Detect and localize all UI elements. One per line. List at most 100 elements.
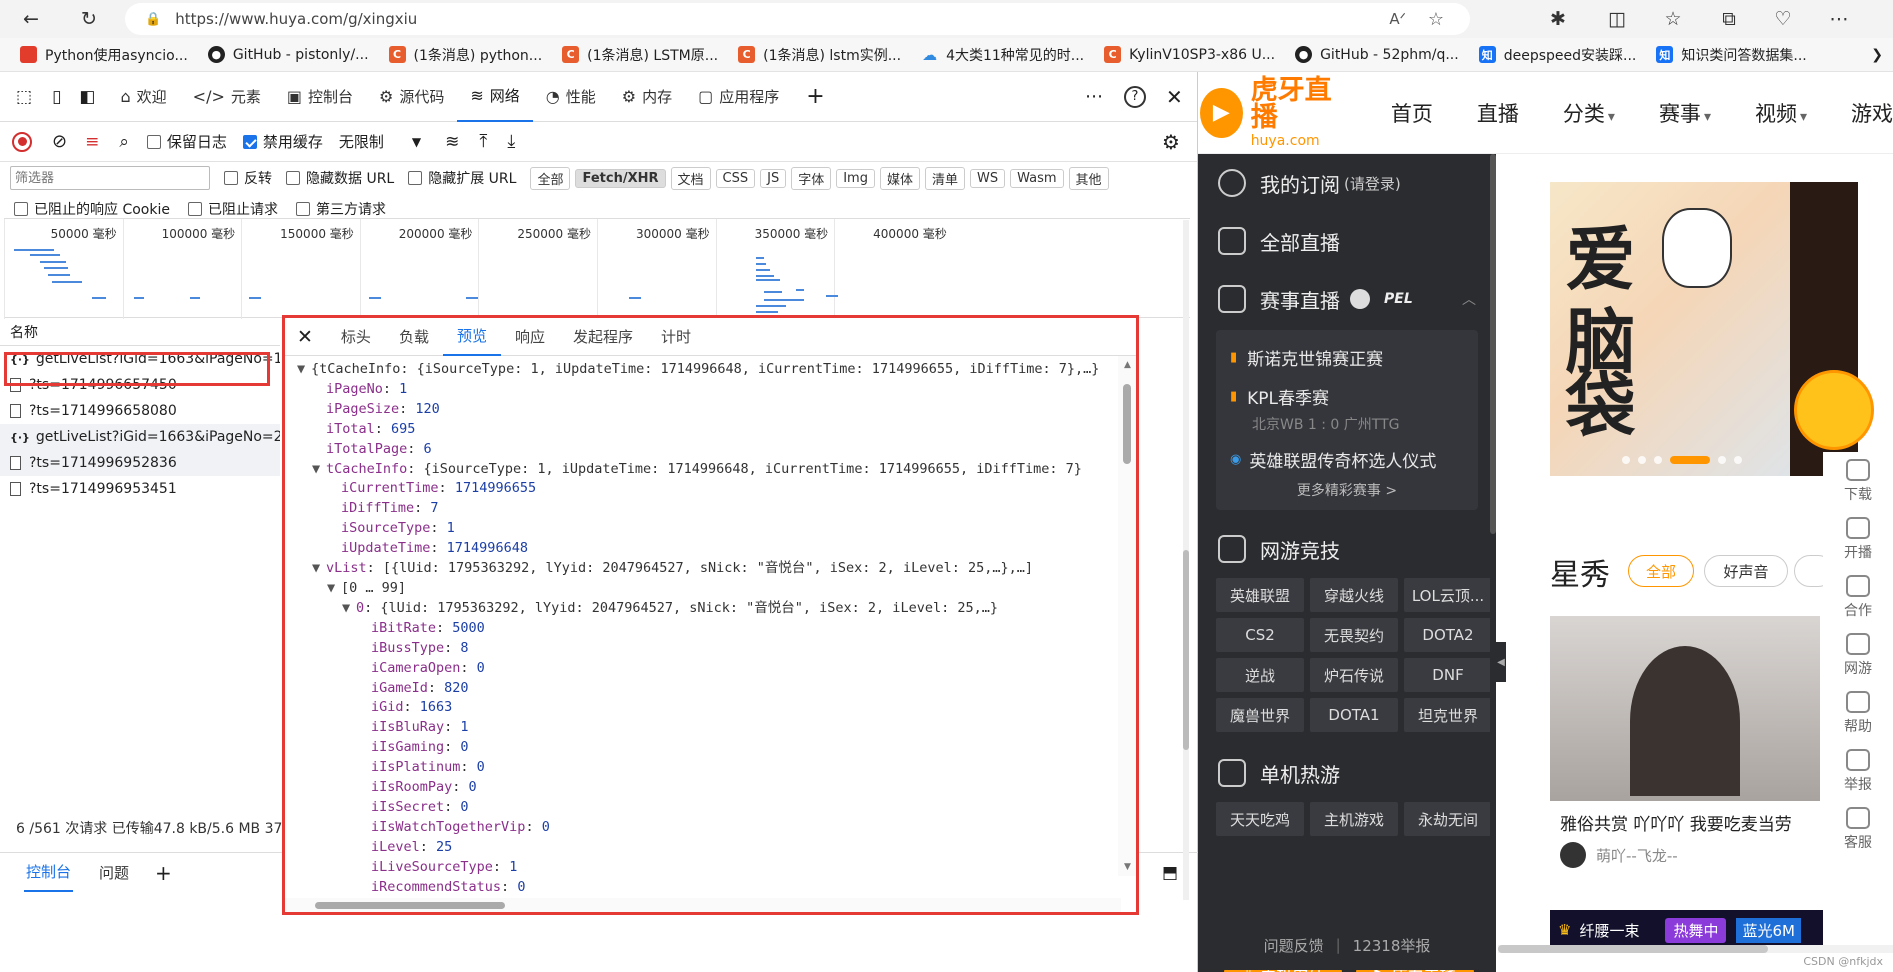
bookmark-item[interactable]: ● GitHub - 52phm/q... xyxy=(1295,46,1459,63)
detail-tab[interactable]: 计时 xyxy=(647,318,705,356)
device-toggle-icon[interactable]: ▯ xyxy=(52,87,61,107)
game-category-button[interactable]: 天天吃鸡 xyxy=(1216,802,1304,836)
extensions-icon[interactable]: ✱ xyxy=(1545,6,1571,32)
sidebar-scrollbar[interactable] xyxy=(1490,154,1496,924)
right-rail-item[interactable]: 开播 xyxy=(1823,510,1893,568)
split-screen-icon[interactable]: ◫ xyxy=(1604,6,1630,32)
huya-nav-item[interactable]: 分类 ▾ xyxy=(1563,98,1615,128)
request-row[interactable]: ?ts=1714996953451 xyxy=(0,476,280,502)
json-preview-tree[interactable]: ▼ {tCacheInfo: {iSourceType: 1, iUpdateTi… xyxy=(285,356,1136,896)
type-filter-button[interactable]: 媒体 xyxy=(879,166,920,190)
right-rail-item[interactable]: 帮助 xyxy=(1823,684,1893,742)
json-tree-line[interactable]: ▼ vList: [{lUid: 1795363292, lYyid: 20479… xyxy=(285,559,1136,579)
type-filter-button[interactable]: CSS xyxy=(715,168,756,188)
json-tree-line[interactable]: ▼ {tCacheInfo: {iSourceType: 1, iUpdateTi… xyxy=(285,360,1136,380)
devtools-splitter-scroll[interactable] xyxy=(1183,220,1189,900)
favorite-star-icon[interactable]: ☆ xyxy=(1428,9,1444,30)
game-category-button[interactable]: 穿越火线 xyxy=(1310,578,1398,612)
back-icon[interactable]: ← xyxy=(18,6,44,32)
clear-icon[interactable]: ⊘ xyxy=(52,131,67,152)
sidebar-my-subscription[interactable]: 我的订阅 (请登录) xyxy=(1198,154,1496,212)
devtools-tab-3[interactable]: ⚙ 源代码 xyxy=(366,72,457,122)
detail-tab[interactable]: 发起程序 xyxy=(559,318,647,356)
right-rail-item[interactable]: 下载 xyxy=(1823,452,1893,510)
network-conditions-icon[interactable]: ≋ xyxy=(445,132,459,152)
right-rail-item[interactable]: 网游 xyxy=(1823,626,1893,684)
request-row[interactable]: ?ts=1714996658080 xyxy=(0,398,280,424)
stream-card[interactable] xyxy=(1550,616,1820,801)
more-tools-icon[interactable]: ⋯ xyxy=(1085,86,1103,107)
address-bar[interactable]: 🔒 https://www.huya.com/g/xingxiu Aᐟ ☆ xyxy=(125,3,1470,35)
favorites-icon[interactable]: ☆ xyxy=(1660,6,1686,32)
detail-tab[interactable]: 预览 xyxy=(442,318,501,356)
section-tab-all[interactable]: 全部 xyxy=(1628,555,1694,587)
huya-nav-item[interactable]: 游戏 xyxy=(1851,98,1893,128)
drawer-add-icon[interactable]: + xyxy=(155,861,172,885)
settings-gear-icon[interactable]: ⚙ xyxy=(1162,130,1180,154)
right-rail-item[interactable]: 客服 xyxy=(1823,800,1893,858)
bookmark-item[interactable]: ☁ 4大类11种常见的时... xyxy=(921,45,1084,65)
section-tab-good-voice[interactable]: 好声音 xyxy=(1704,555,1788,587)
type-filter-button[interactable]: 其他 xyxy=(1068,166,1109,190)
inspect-icon[interactable]: ⬚ xyxy=(16,87,32,107)
page-horizontal-scrollbar[interactable] xyxy=(1498,945,1893,953)
type-filter-button[interactable]: 字体 xyxy=(791,166,832,190)
devtools-tab-0[interactable]: ⌂ 欢迎 xyxy=(107,72,179,122)
drawer-tab-issues[interactable]: 问题 xyxy=(99,862,129,883)
bookmark-item[interactable]: 知 deepspeed安装踩... xyxy=(1478,45,1636,65)
huya-logo[interactable]: ▶ 虎牙直播 huya.com xyxy=(1200,77,1343,148)
bookmark-item[interactable]: ● GitHub - pistonly/... xyxy=(207,46,369,63)
game-category-button[interactable]: 魔兽世界 xyxy=(1216,698,1304,732)
game-category-button[interactable]: 英雄联盟 xyxy=(1216,578,1304,612)
filter-input[interactable] xyxy=(10,166,210,190)
game-category-button[interactable]: 无畏契约 xyxy=(1310,618,1398,652)
game-category-button[interactable]: LOL云顶... xyxy=(1404,578,1492,612)
devtools-tab-7[interactable]: ▢ 应用程序 xyxy=(685,72,792,122)
screenshot-icon[interactable]: ⬒ xyxy=(1162,863,1178,883)
bookmark-item[interactable]: C (1条消息) lstm实例... xyxy=(738,45,901,65)
add-tab-icon[interactable]: + xyxy=(806,84,824,109)
json-tree-line[interactable]: ▼ tCacheInfo: {iSourceType: 1, iUpdateTim… xyxy=(285,460,1136,480)
expand-triangle-icon[interactable]: ▼ xyxy=(312,460,326,480)
bookmark-item[interactable]: C (1条消息) LSTM原... xyxy=(562,45,718,65)
feedback-link[interactable]: 问题反馈 xyxy=(1264,935,1324,956)
blocked-request-checkbox[interactable]: 已阻止请求 xyxy=(187,199,278,219)
sidebar-single-games[interactable]: 单机热游 xyxy=(1198,744,1496,802)
detail-tab[interactable]: 标头 xyxy=(327,318,385,356)
huya-nav-item[interactable]: 视频 ▾ xyxy=(1755,98,1807,128)
vertical-scrollbar[interactable]: ▲ ▼ xyxy=(1118,356,1136,876)
read-aloud-icon[interactable]: Aᐟ xyxy=(1389,10,1406,28)
throttle-select[interactable]: 无限制 ▼ xyxy=(339,131,421,152)
request-row[interactable]: {·} getLiveList?iGid=1663&iPageNo=2... xyxy=(0,424,280,450)
more-events-link[interactable]: 更多精彩赛事 > xyxy=(1216,480,1478,502)
devtools-tab-4[interactable]: ≋ 网络 xyxy=(457,72,533,122)
sidebar-collapse-arrow[interactable]: ◀ xyxy=(1496,642,1506,682)
sidebar-online-games[interactable]: 网游竞技 xyxy=(1198,520,1496,578)
type-filter-button[interactable]: 清单 xyxy=(924,166,965,190)
drawer-tab-console[interactable]: 控制台 xyxy=(24,853,74,892)
streamer-row[interactable]: 萌吖--飞龙-- xyxy=(1560,842,1678,868)
detail-tab[interactable]: 负载 xyxy=(385,318,443,356)
sidebar-toggle-icon[interactable]: ◧ xyxy=(79,87,95,107)
json-tree-line[interactable]: ▼ [0 … 99] xyxy=(285,579,1136,599)
hide-ext-url-checkbox[interactable]: 隐藏扩展 URL xyxy=(408,168,516,188)
close-devtools-icon[interactable]: ✕ xyxy=(1166,85,1183,109)
sidebar-all-live[interactable]: 全部直播 xyxy=(1198,212,1496,270)
floating-mascot-icon[interactable] xyxy=(1794,370,1874,450)
more-menu-icon[interactable]: ⋯ xyxy=(1826,6,1852,32)
type-filter-button[interactable]: Fetch/XHR xyxy=(575,168,666,188)
type-filter-button[interactable]: 全部 xyxy=(530,166,571,190)
expand-triangle-icon[interactable]: ▼ xyxy=(327,579,341,599)
help-icon[interactable]: ? xyxy=(1124,85,1146,108)
name-column-header[interactable]: 名称 xyxy=(0,318,280,346)
record-icon[interactable] xyxy=(12,131,32,152)
type-filter-button[interactable]: Img xyxy=(836,168,875,188)
bookmark-item[interactable]: 知知识类问答数据集... xyxy=(1656,45,1807,65)
close-detail-icon[interactable]: ✕ xyxy=(297,326,313,348)
detail-tab[interactable]: 响应 xyxy=(501,318,559,356)
disable-cache-checkbox[interactable]: 禁用缓存 xyxy=(242,131,323,152)
event-item[interactable]: ◉ 英雄联盟传奇杯选人仪式 xyxy=(1216,438,1478,480)
report-link[interactable]: 12318举报 xyxy=(1353,935,1431,956)
promo-card[interactable]: ♛ 纤腰一束 热舞中 蓝光6M xyxy=(1550,910,1840,950)
game-category-button[interactable]: DOTA2 xyxy=(1404,618,1492,652)
